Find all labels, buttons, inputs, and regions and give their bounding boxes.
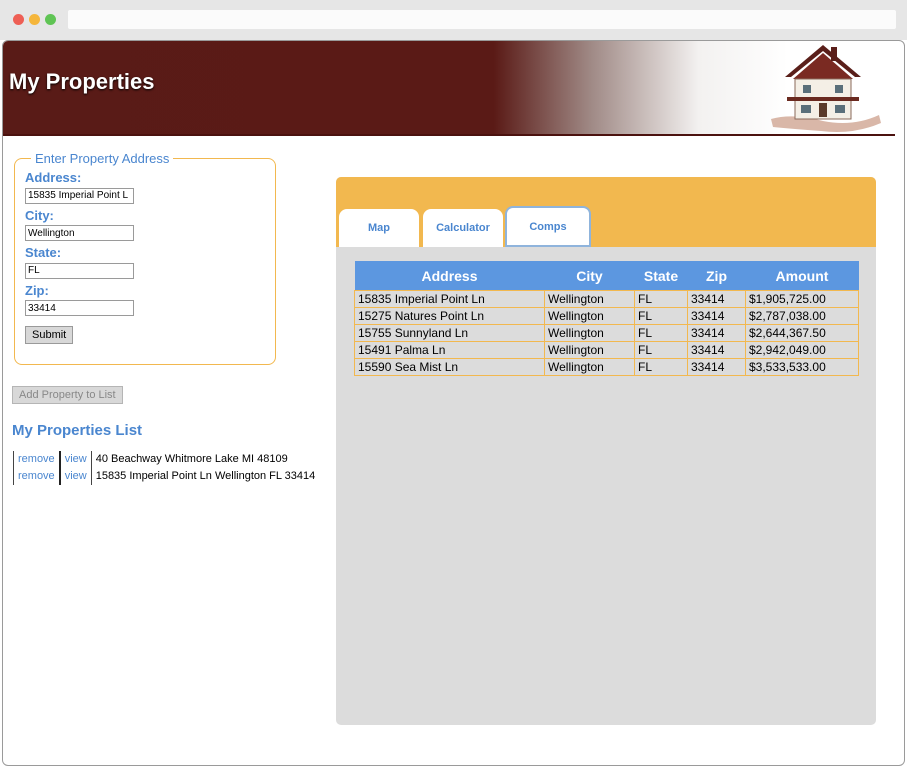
column-header: Amount — [745, 261, 859, 291]
cell-city: Wellington — [544, 307, 635, 325]
column-header: Zip — [687, 261, 746, 291]
tab-panel: Map Calculator Comps Address City State … — [336, 177, 876, 725]
cell-address: 15755 Sunnyland Ln — [354, 324, 545, 342]
cell-state: FL — [634, 341, 688, 359]
table-row: 15590 Sea Mist Ln Wellington FL 33414 $3… — [354, 358, 859, 376]
address-bar[interactable] — [68, 10, 896, 29]
table-header-row: Address City State Zip Amount — [354, 261, 859, 291]
zip-input[interactable] — [25, 300, 134, 316]
page-window: My Properties Enter Property Address Add… — [2, 40, 905, 766]
properties-list: remove view 40 Beachway Whitmore Lake MI… — [13, 451, 319, 485]
zip-label: Zip: — [25, 282, 49, 298]
list-item: remove view 15835 Imperial Point Ln Well… — [13, 468, 319, 485]
cell-amount: $2,942,049.00 — [745, 341, 859, 359]
cell-state: FL — [634, 324, 688, 342]
form-legend: Enter Property Address — [35, 151, 170, 166]
list-item: remove view 40 Beachway Whitmore Lake MI… — [13, 451, 319, 468]
page-title: My Properties — [9, 69, 155, 94]
tab-calculator[interactable]: Calculator — [423, 209, 503, 247]
cell-address: 15590 Sea Mist Ln — [354, 358, 545, 376]
cell-city: Wellington — [544, 290, 635, 308]
cell-city: Wellington — [544, 358, 635, 376]
cell-amount: $3,533,533.00 — [745, 358, 859, 376]
cell-zip: 33414 — [687, 324, 746, 342]
cell-address: 15835 Imperial Point Ln — [354, 290, 545, 308]
cell-zip: 33414 — [687, 358, 746, 376]
view-link[interactable]: view — [58, 468, 91, 485]
address-label: Address: — [25, 170, 82, 185]
page-header: My Properties — [3, 41, 895, 136]
cell-state: FL — [634, 290, 688, 308]
tab-map[interactable]: Map — [339, 209, 419, 247]
property-address: 40 Beachway Whitmore Lake MI 48109 — [90, 451, 292, 468]
remove-link[interactable]: remove — [13, 468, 59, 485]
cell-amount: $2,787,038.00 — [745, 307, 859, 325]
tab-comps[interactable]: Comps — [505, 206, 591, 247]
column-header: City — [544, 261, 635, 291]
property-address: 15835 Imperial Point Ln Wellington FL 33… — [90, 468, 320, 485]
city-label: City: — [25, 207, 54, 223]
house-in-hand-icon — [771, 45, 881, 132]
table-row: 15755 Sunnyland Ln Wellington FL 33414 $… — [354, 324, 859, 342]
address-input[interactable] — [25, 187, 134, 204]
add-property-button[interactable]: Add Property to List — [12, 386, 123, 404]
cell-zip: 33414 — [687, 290, 746, 308]
comps-table: Address City State Zip Amount 15835 Impe… — [354, 261, 859, 376]
cell-city: Wellington — [544, 324, 635, 342]
maximize-window-dot[interactable] — [45, 14, 56, 25]
tab-bar: Map Calculator Comps — [336, 177, 876, 247]
submit-button[interactable]: Submit — [25, 326, 74, 344]
table-row: 15835 Imperial Point Ln Wellington FL 33… — [354, 290, 859, 308]
cell-address: 15275 Natures Point Ln — [354, 307, 545, 325]
city-input[interactable] — [25, 225, 134, 241]
column-header: Address — [354, 261, 545, 291]
cell-address: 15491 Palma Ln — [354, 341, 545, 359]
cell-zip: 33414 — [687, 341, 746, 359]
table-row: 15275 Natures Point Ln Wellington FL 334… — [354, 307, 859, 325]
minimize-window-dot[interactable] — [29, 14, 40, 25]
cell-zip: 33414 — [687, 307, 746, 325]
cell-city: Wellington — [544, 341, 635, 359]
address-form: Enter Property Address Address: City: St… — [14, 151, 276, 365]
browser-chrome — [0, 0, 907, 40]
properties-list-title: My Properties List — [12, 422, 143, 439]
table-row: 15491 Palma Ln Wellington FL 33414 $2,94… — [354, 341, 859, 359]
view-link[interactable]: view — [58, 451, 91, 468]
column-header: State — [634, 261, 688, 291]
cell-state: FL — [634, 358, 688, 376]
remove-link[interactable]: remove — [13, 451, 59, 468]
cell-state: FL — [634, 307, 688, 325]
cell-amount: $2,644,367.50 — [745, 324, 859, 342]
state-label: State: — [25, 245, 62, 260]
state-input[interactable] — [25, 262, 134, 279]
close-window-dot[interactable] — [13, 14, 24, 25]
cell-amount: $1,905,725.00 — [745, 290, 859, 308]
